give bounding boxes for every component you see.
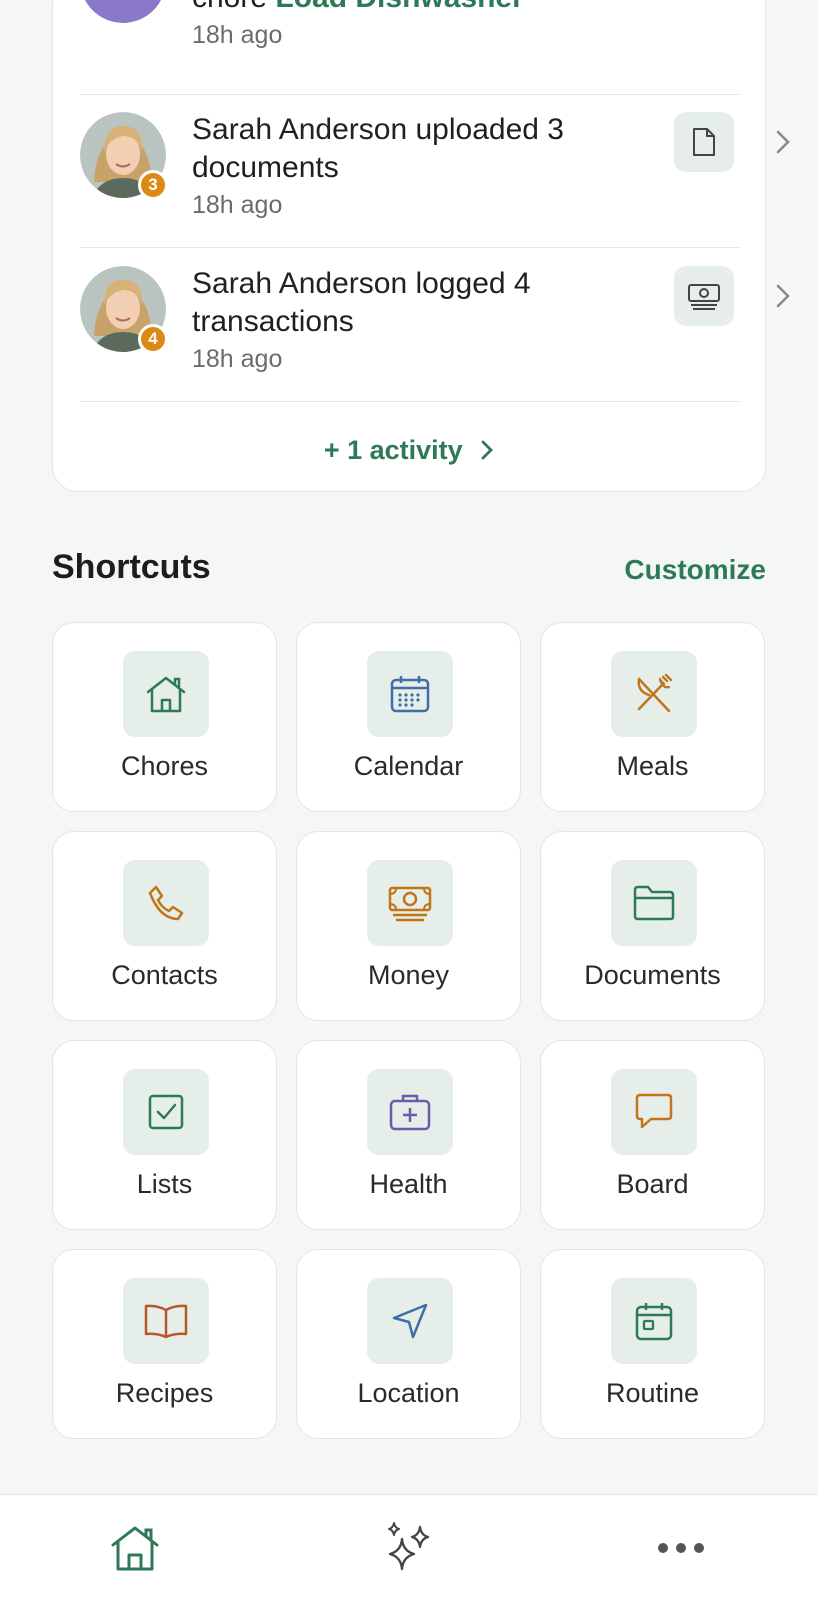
avatar: 3	[80, 112, 180, 212]
shortcut-meals[interactable]: Meals	[540, 622, 765, 812]
tile-label: Meals	[616, 751, 689, 781]
tile-label: Documents	[584, 960, 721, 990]
activity-item[interactable]: chore Load Dishwasher 18h ago	[80, 0, 740, 95]
shortcut-location[interactable]: Location	[296, 1249, 521, 1439]
chevron-right-icon[interactable]	[768, 127, 798, 157]
document-icon	[674, 112, 734, 172]
chore-link[interactable]: Load Dishwasher	[275, 0, 523, 14]
home-icon	[111, 1526, 159, 1571]
tile-label: Lists	[136, 1169, 193, 1199]
avatar: 4	[80, 266, 180, 366]
book-icon	[123, 1278, 209, 1364]
count-badge: 3	[138, 170, 168, 200]
count-badge: 4	[138, 324, 168, 354]
tile-label: Health	[369, 1169, 448, 1199]
nav-ai-button[interactable]	[362, 1495, 452, 1600]
shortcut-documents[interactable]: Documents	[540, 831, 765, 1021]
shortcut-chores[interactable]: Chores	[52, 622, 277, 812]
money-icon	[674, 266, 734, 326]
nav-more-button[interactable]	[636, 1495, 726, 1600]
phone-icon	[123, 860, 209, 946]
tile-label: Chores	[120, 751, 209, 781]
activity-time: 18h ago	[192, 21, 283, 49]
activity-item[interactable]: 3 Sarah Anderson uploaded 3 documents 18…	[80, 95, 790, 248]
shortcut-board[interactable]: Board	[540, 1040, 765, 1230]
tile-label: Location	[357, 1378, 460, 1408]
tile-label: Money	[367, 960, 450, 990]
activity-text: Sarah Anderson uploaded 3 documents	[192, 113, 564, 184]
tile-label: Contacts	[111, 960, 218, 990]
shortcut-money[interactable]: Money	[296, 831, 521, 1021]
shortcut-contacts[interactable]: Contacts	[52, 831, 277, 1021]
nav-home-button[interactable]	[90, 1495, 180, 1600]
sparkles-icon	[388, 1522, 430, 1571]
activity-card: chore Load Dishwasher 18h ago 3 Sarah An…	[52, 0, 790, 492]
more-icon	[658, 1543, 704, 1553]
shortcut-routine[interactable]: Routine	[540, 1249, 765, 1439]
money-icon	[367, 860, 453, 946]
routine-calendar-icon	[611, 1278, 697, 1364]
shortcut-health[interactable]: Health	[296, 1040, 521, 1230]
chevron-right-icon[interactable]	[768, 281, 798, 311]
bottom-nav	[0, 1494, 818, 1600]
activity-time: 18h ago	[192, 345, 283, 373]
medical-kit-icon	[367, 1069, 453, 1155]
tile-label: Calendar	[353, 751, 464, 781]
message-icon	[611, 1069, 697, 1155]
tile-label: Routine	[605, 1378, 700, 1408]
checkbox-icon	[123, 1069, 209, 1155]
section-title: Shortcuts	[52, 548, 211, 586]
more-activity-link[interactable]: + 1 activity	[53, 435, 767, 466]
folder-icon	[611, 860, 697, 946]
shortcut-recipes[interactable]: Recipes	[52, 1249, 277, 1439]
utensils-icon	[611, 651, 697, 737]
activity-text: Sarah Anderson logged 4 transactions	[192, 267, 531, 338]
activity-text: chore Load Dishwasher	[192, 0, 612, 17]
activity-time: 18h ago	[192, 191, 283, 219]
activity-item[interactable]: 4 Sarah Anderson logged 4 transactions 1…	[80, 248, 790, 402]
tile-label: Recipes	[115, 1378, 214, 1408]
home-icon	[123, 651, 209, 737]
customize-button[interactable]: Customize	[624, 554, 766, 586]
calendar-icon	[367, 651, 453, 737]
shortcuts-grid: Chores Calendar Meals Contacts Money Doc…	[52, 622, 766, 1439]
chevron-right-icon	[481, 440, 494, 460]
avatar	[80, 0, 180, 37]
shortcut-calendar[interactable]: Calendar	[296, 622, 521, 812]
navigation-icon	[367, 1278, 453, 1364]
tile-label: Board	[616, 1169, 689, 1199]
shortcut-lists[interactable]: Lists	[52, 1040, 277, 1230]
